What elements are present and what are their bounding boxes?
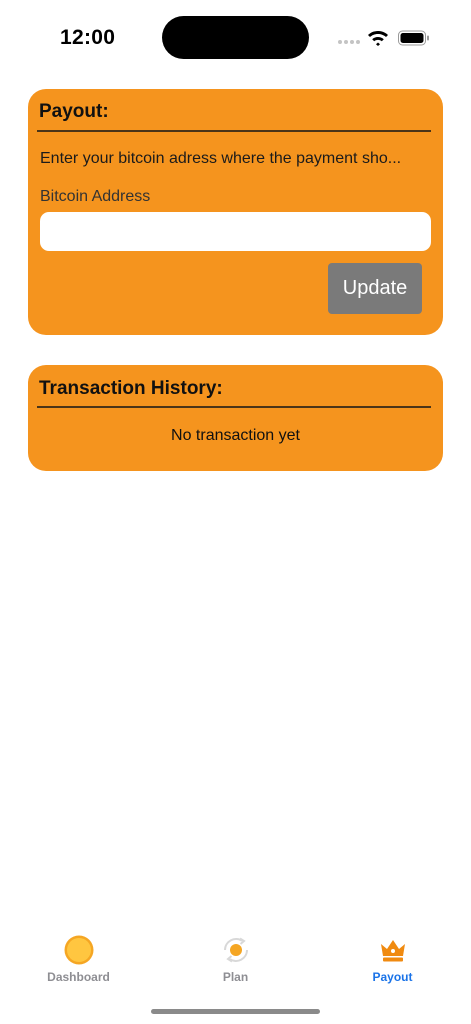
status-time: 12:00 bbox=[60, 26, 116, 49]
status-bar: 12:00 bbox=[0, 0, 471, 70]
tab-plan[interactable]: Plan bbox=[157, 925, 314, 995]
wifi-icon bbox=[368, 31, 388, 46]
payout-divider bbox=[37, 130, 431, 132]
transaction-history-divider bbox=[37, 406, 431, 408]
dynamic-island bbox=[162, 16, 309, 59]
refresh-coin-icon bbox=[219, 933, 253, 967]
bitcoin-address-label: Bitcoin Address bbox=[40, 188, 151, 205]
bitcoin-address-input[interactable] bbox=[40, 212, 431, 251]
tab-dashboard[interactable]: Dashboard bbox=[0, 925, 157, 995]
payout-title: Payout: bbox=[39, 101, 109, 122]
payout-card: Payout: Enter your bitcoin adress where … bbox=[28, 89, 443, 335]
transaction-history-card: Transaction History: No transaction yet bbox=[28, 365, 443, 471]
no-transaction-text: No transaction yet bbox=[171, 427, 300, 444]
tab-payout-label: Payout bbox=[372, 970, 413, 984]
crown-icon bbox=[376, 933, 410, 967]
home-indicator bbox=[151, 1009, 320, 1014]
update-button[interactable]: Update bbox=[328, 263, 422, 314]
cellular-signal-icon bbox=[338, 40, 360, 44]
battery-icon bbox=[398, 30, 429, 46]
transaction-history-title: Transaction History: bbox=[39, 378, 223, 399]
tab-plan-label: Plan bbox=[222, 970, 249, 984]
payout-description: Enter your bitcoin adress where the paym… bbox=[40, 150, 402, 167]
tab-payout[interactable]: Payout bbox=[314, 925, 471, 995]
tab-bar: Dashboard Plan Payout bbox=[0, 925, 471, 995]
coin-icon bbox=[62, 933, 96, 967]
tab-dashboard-label: Dashboard bbox=[47, 970, 110, 984]
